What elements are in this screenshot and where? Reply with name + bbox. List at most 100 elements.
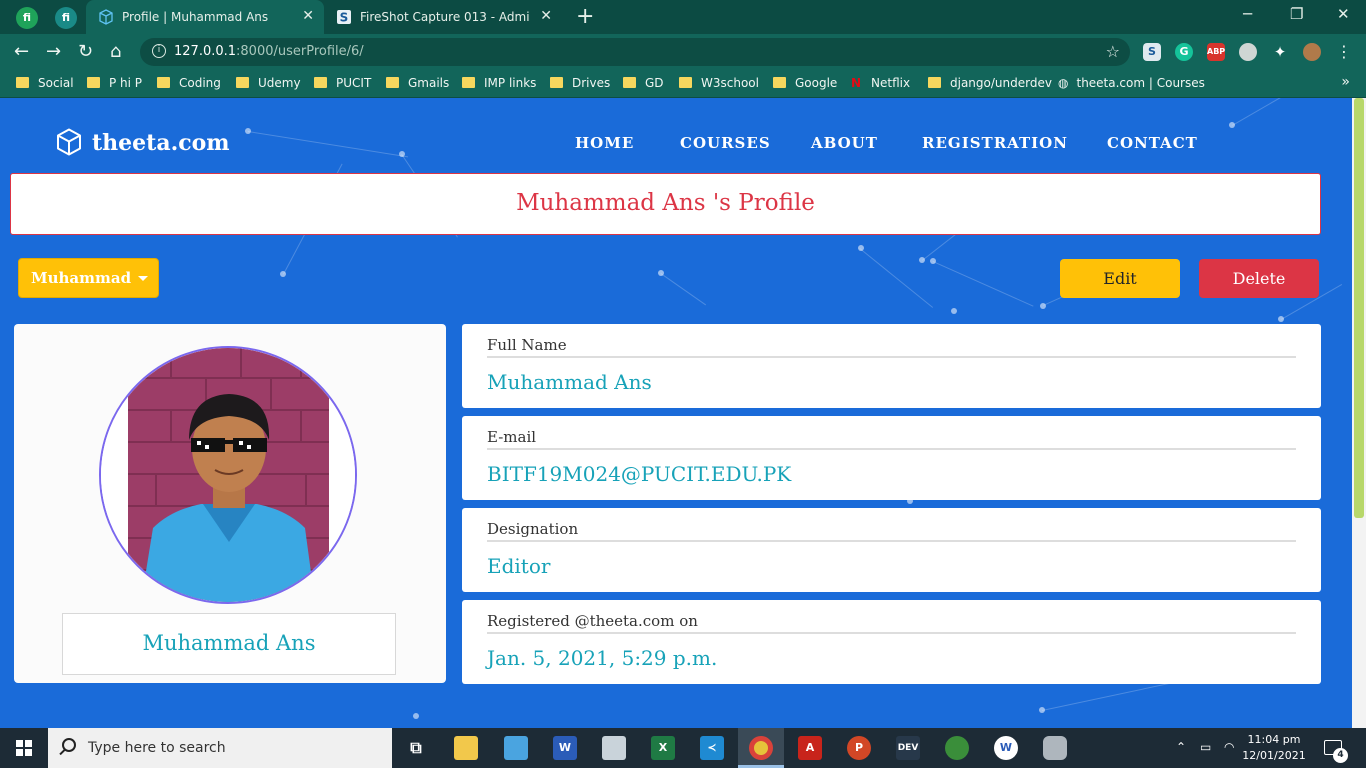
puzzle-extensions-icon[interactable]: ✦ xyxy=(1271,43,1289,61)
adblock-extension-icon[interactable]: ABP xyxy=(1207,43,1225,61)
back-icon[interactable]: ← xyxy=(14,41,29,62)
search-icon xyxy=(62,738,76,752)
pinned-tab-icon[interactable]: fi xyxy=(16,7,38,29)
dev-icon[interactable]: DEV xyxy=(896,736,920,760)
nav-home[interactable]: HOME xyxy=(575,134,634,152)
image-viewer-icon[interactable] xyxy=(602,736,626,760)
field-label: Registered @theeta.com on xyxy=(487,612,698,630)
bookmark-folder[interactable]: Social xyxy=(16,76,74,90)
url-text[interactable]: 127.0.0.1:8000/userProfile/6/ xyxy=(174,44,364,59)
folder-icon xyxy=(386,77,399,88)
info-card-full-name: Full Name Muhammad Ans xyxy=(462,324,1321,408)
site-info-icon[interactable]: i xyxy=(152,44,166,58)
divider xyxy=(487,356,1296,358)
nav-registration[interactable]: REGISTRATION xyxy=(922,134,1068,152)
caret-down-icon xyxy=(138,276,148,281)
bookmark-folder[interactable]: P hi P xyxy=(87,76,142,90)
powerpoint-icon[interactable]: P xyxy=(847,736,871,760)
bookmark-netflix[interactable]: N Netflix xyxy=(851,76,910,90)
edit-button[interactable]: Edit xyxy=(1060,259,1180,298)
task-view-icon[interactable]: ⧉ xyxy=(404,736,428,760)
close-tab-icon[interactable]: ✕ xyxy=(540,8,552,24)
new-tab-icon[interactable]: + xyxy=(576,4,594,29)
wordpad-icon[interactable]: W xyxy=(994,736,1018,760)
info-card-email: E-mail BITF19M024@PUCIT.EDU.PK xyxy=(462,416,1321,500)
windows-taskbar: Type here to search ⧉ W X ≺ A P DEV W ⌃ … xyxy=(0,728,1366,768)
forward-icon[interactable]: → xyxy=(46,41,61,62)
page-scrollbar[interactable] xyxy=(1352,98,1366,728)
bookmark-folder[interactable]: django/underdev xyxy=(928,76,1052,90)
windows-start-icon[interactable] xyxy=(16,740,32,756)
bookmark-folder[interactable]: IMP links xyxy=(462,76,536,90)
avatar xyxy=(99,346,357,604)
bookmark-folder[interactable]: W3school xyxy=(679,76,759,90)
pinned-tab-icon[interactable]: fi xyxy=(55,7,77,29)
control-panel-icon[interactable] xyxy=(504,736,528,760)
bookmark-folder[interactable]: Gmails xyxy=(386,76,449,90)
bookmark-star-icon[interactable]: ☆ xyxy=(1106,42,1120,61)
search-placeholder: Type here to search xyxy=(88,740,226,756)
folder-icon xyxy=(236,77,249,88)
bookmarks-bar: Social P hi P Coding Udemy PUCIT Gmails … xyxy=(0,70,1366,98)
file-explorer-icon[interactable] xyxy=(454,736,478,760)
more-bookmarks-icon[interactable]: » xyxy=(1341,74,1350,90)
home-icon[interactable]: ⌂ xyxy=(110,41,121,62)
fireshot-extension-icon[interactable]: S xyxy=(1143,43,1161,61)
bookmark-folder[interactable]: Coding xyxy=(157,76,221,90)
field-label: Designation xyxy=(487,520,579,538)
clock-time: 11:04 pm xyxy=(1247,733,1301,746)
restore-icon[interactable]: ❐ xyxy=(1290,5,1303,23)
excel-icon[interactable]: X xyxy=(651,736,675,760)
acrobat-icon[interactable]: A xyxy=(798,736,822,760)
close-tab-icon[interactable]: ✕ xyxy=(302,8,314,24)
tab-label: Profile | Muhammad Ans xyxy=(122,10,269,24)
tab-fireshot[interactable]: S FireShot Capture 013 - Admin Ed ✕ xyxy=(324,0,562,34)
tab-profile[interactable]: Profile | Muhammad Ans ✕ xyxy=(86,0,324,34)
profile-display-name: Muhammad Ans xyxy=(142,631,316,655)
nav-courses[interactable]: COURSES xyxy=(680,134,771,152)
bookmark-folder[interactable]: Udemy xyxy=(236,76,301,90)
minimize-icon[interactable]: ─ xyxy=(1243,5,1252,23)
profile-title-box: Muhammad Ans 's Profile xyxy=(10,173,1321,235)
tray-expand-icon[interactable]: ⌃ xyxy=(1176,740,1186,754)
address-bar[interactable]: i 127.0.0.1:8000/userProfile/6/ ☆ xyxy=(140,38,1130,66)
grammarly-extension-icon[interactable]: G xyxy=(1175,43,1193,61)
bookmark-folder[interactable]: Drives xyxy=(550,76,610,90)
folder-icon xyxy=(157,77,170,88)
netflix-icon: N xyxy=(851,76,862,90)
nav-about[interactable]: ABOUT xyxy=(811,134,878,152)
wifi-icon[interactable]: ◠ xyxy=(1224,740,1234,754)
bookmark-folder[interactable]: PUCIT xyxy=(314,76,371,90)
extension-icon[interactable] xyxy=(1239,43,1257,61)
bookmark-link[interactable]: ◍ theeta.com | Courses xyxy=(1058,76,1205,90)
globe-icon: ◍ xyxy=(1058,76,1069,90)
network-icon[interactable] xyxy=(945,736,969,760)
taskbar-search-box[interactable]: Type here to search xyxy=(48,728,392,768)
delete-button[interactable]: Delete xyxy=(1199,259,1319,298)
chrome-icon[interactable] xyxy=(749,736,773,760)
word-icon[interactable]: W xyxy=(553,736,577,760)
page-title: Muhammad Ans 's Profile xyxy=(516,190,815,216)
battery-icon[interactable]: ▭ xyxy=(1200,740,1211,754)
close-window-icon[interactable]: ✕ xyxy=(1337,5,1350,23)
kebab-menu-icon[interactable]: ⋮ xyxy=(1336,42,1352,61)
svg-text:S: S xyxy=(340,11,349,25)
taskbar-clock[interactable]: 11:04 pm 12/01/2021 xyxy=(1240,732,1308,764)
scrollbar-thumb[interactable] xyxy=(1354,98,1364,518)
field-value: Muhammad Ans xyxy=(487,370,652,394)
bookmark-folder[interactable]: GD xyxy=(623,76,664,90)
site-logo[interactable]: theeta.com xyxy=(56,128,230,156)
profile-avatar-icon[interactable] xyxy=(1303,43,1321,61)
vscode-icon[interactable]: ≺ xyxy=(700,736,724,760)
dropdown-label: Muhammad xyxy=(31,269,132,287)
nav-contact[interactable]: CONTACT xyxy=(1107,134,1198,152)
folder-icon xyxy=(623,77,636,88)
user-dropdown-button[interactable]: Muhammad xyxy=(18,258,159,298)
browser-tabstrip: fi fi Profile | Muhammad Ans ✕ S FireSho… xyxy=(0,0,1366,34)
reload-icon[interactable]: ↻ xyxy=(78,41,93,62)
field-value: Jan. 5, 2021, 5:29 p.m. xyxy=(487,646,718,670)
bookmark-folder[interactable]: Google xyxy=(773,76,837,90)
database-icon[interactable] xyxy=(1043,736,1067,760)
info-card-registered: Registered @theeta.com on Jan. 5, 2021, … xyxy=(462,600,1321,684)
folder-icon xyxy=(87,77,100,88)
